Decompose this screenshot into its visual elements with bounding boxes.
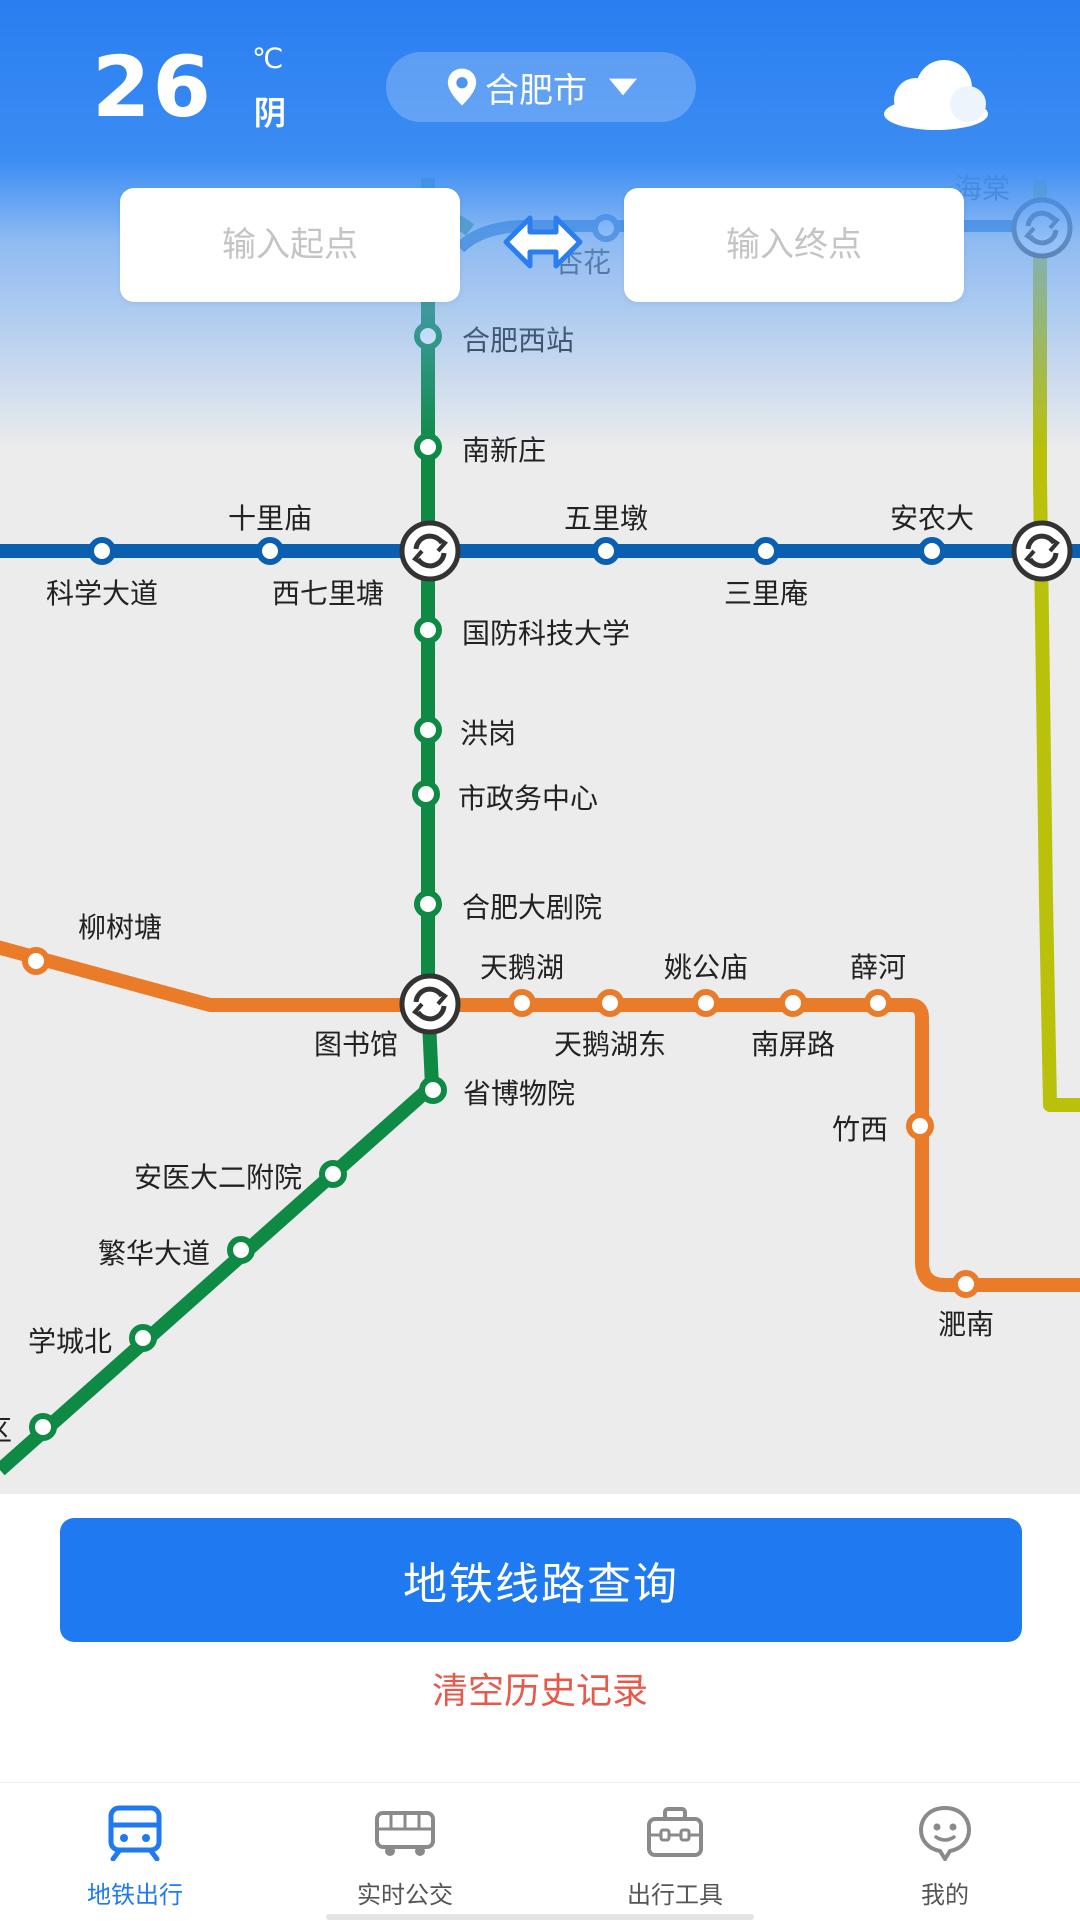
temperature: 26 (92, 38, 213, 136)
station-label[interactable]: 五里墩 (564, 502, 648, 535)
temperature-unit: ℃ (252, 42, 284, 75)
station-label[interactable]: 三里庵 (724, 577, 808, 610)
end-point-input[interactable] (624, 188, 964, 302)
clear-history-link[interactable]: 清空历史记录 (0, 1662, 1080, 1714)
station-label[interactable]: 姚公庙 (664, 951, 748, 984)
metro-route-query-button[interactable]: 地铁线路查询 (60, 1518, 1022, 1642)
station-label[interactable]: 南屏路 (751, 1028, 835, 1061)
tab-label-metro: 地铁出行 (87, 1881, 183, 1909)
city-name: 合肥市 (485, 70, 587, 111)
station-marker[interactable] (88, 537, 116, 565)
station-label[interactable]: 安医大二附院 (134, 1161, 302, 1194)
station-marker[interactable] (692, 989, 720, 1017)
metro-icon (108, 1805, 162, 1861)
station-marker[interactable] (952, 1270, 980, 1298)
station-label[interactable]: 合肥大剧院 (462, 891, 602, 924)
station-label[interactable]: 竹西 (832, 1113, 888, 1146)
transfer-station-icon[interactable] (399, 520, 461, 582)
station-marker[interactable] (129, 1324, 157, 1352)
station-marker[interactable] (414, 716, 442, 744)
station-marker[interactable] (419, 1076, 447, 1104)
station-marker[interactable] (414, 616, 442, 644)
tab-label-profile: 我的 (921, 1881, 969, 1909)
bus-icon (375, 1811, 435, 1856)
station-marker[interactable] (227, 1236, 255, 1264)
station-label[interactable]: 薛河 (850, 951, 906, 984)
station-label[interactable]: 西七里塘 (272, 577, 384, 610)
station-label[interactable]: 市政务中心 (458, 782, 598, 815)
tab-label-bus: 实时公交 (357, 1881, 453, 1909)
station-label[interactable]: 学城北 (28, 1325, 112, 1358)
tab-label-tools: 出行工具 (627, 1881, 723, 1909)
transfer-station-icon[interactable] (399, 973, 461, 1035)
station-label[interactable]: 南新庄 (462, 434, 546, 467)
profile-icon (918, 1805, 972, 1861)
station-label[interactable]: 天鹅湖 (480, 951, 564, 984)
tab-metro[interactable]: 地铁出行 (0, 1783, 270, 1921)
chevron-down-icon (609, 78, 637, 96)
station-label[interactable]: 合肥西站 (462, 324, 574, 357)
station-label[interactable]: 省博物院 (463, 1077, 575, 1110)
yellow-line (1033, 180, 1080, 1112)
station-marker[interactable] (864, 989, 892, 1017)
station-marker[interactable] (918, 537, 946, 565)
swap-icon[interactable] (500, 212, 586, 274)
station-label[interactable]: 科学大道 (46, 577, 158, 610)
station-marker[interactable] (414, 433, 442, 461)
station-label[interactable]: 区 (0, 1414, 12, 1447)
station-marker[interactable] (596, 989, 624, 1017)
station-marker[interactable] (779, 989, 807, 1017)
station-label[interactable]: 淝南 (938, 1308, 994, 1341)
transfer-station-icon[interactable] (1011, 520, 1073, 582)
green-line (0, 178, 475, 1476)
start-point-input[interactable] (120, 188, 460, 302)
station-label[interactable]: 天鹅湖东 (554, 1028, 666, 1061)
tab-bus[interactable]: 实时公交 (270, 1783, 540, 1921)
station-marker[interactable] (256, 537, 284, 565)
location-pin-icon (447, 68, 477, 106)
cloud-icon (884, 60, 988, 130)
station-marker[interactable] (412, 780, 440, 808)
station-marker[interactable] (752, 537, 780, 565)
station-label[interactable]: 柳树塘 (78, 911, 162, 944)
station-marker[interactable] (508, 989, 536, 1017)
toolbox-icon (647, 1807, 703, 1857)
station-marker[interactable] (592, 537, 620, 565)
city-selector[interactable]: 合肥市 (386, 52, 696, 122)
tab-profile[interactable]: 我的 (810, 1783, 1080, 1921)
station-label[interactable]: 十里庙 (228, 502, 312, 535)
transfer-station-icon[interactable] (1011, 197, 1073, 259)
home-indicator (326, 1914, 754, 1920)
station-marker[interactable] (414, 890, 442, 918)
station-label[interactable]: 繁华大道 (98, 1237, 210, 1270)
station-label[interactable]: 国防科技大学 (462, 617, 630, 650)
station-marker[interactable] (29, 1413, 57, 1441)
weather-condition: 阴 (254, 94, 287, 132)
bottom-tab-bar: 地铁出行 实时公交 出行工具 我的 (0, 1782, 1080, 1921)
station-marker[interactable] (22, 947, 50, 975)
station-marker[interactable] (414, 322, 442, 350)
station-marker[interactable] (592, 214, 620, 242)
station-marker[interactable] (906, 1112, 934, 1140)
station-label[interactable]: 安农大 (890, 502, 974, 535)
station-label[interactable]: 洪岗 (460, 717, 516, 750)
station-marker[interactable] (319, 1160, 347, 1188)
tab-tools[interactable]: 出行工具 (540, 1783, 810, 1921)
station-label[interactable]: 图书馆 (314, 1028, 398, 1061)
